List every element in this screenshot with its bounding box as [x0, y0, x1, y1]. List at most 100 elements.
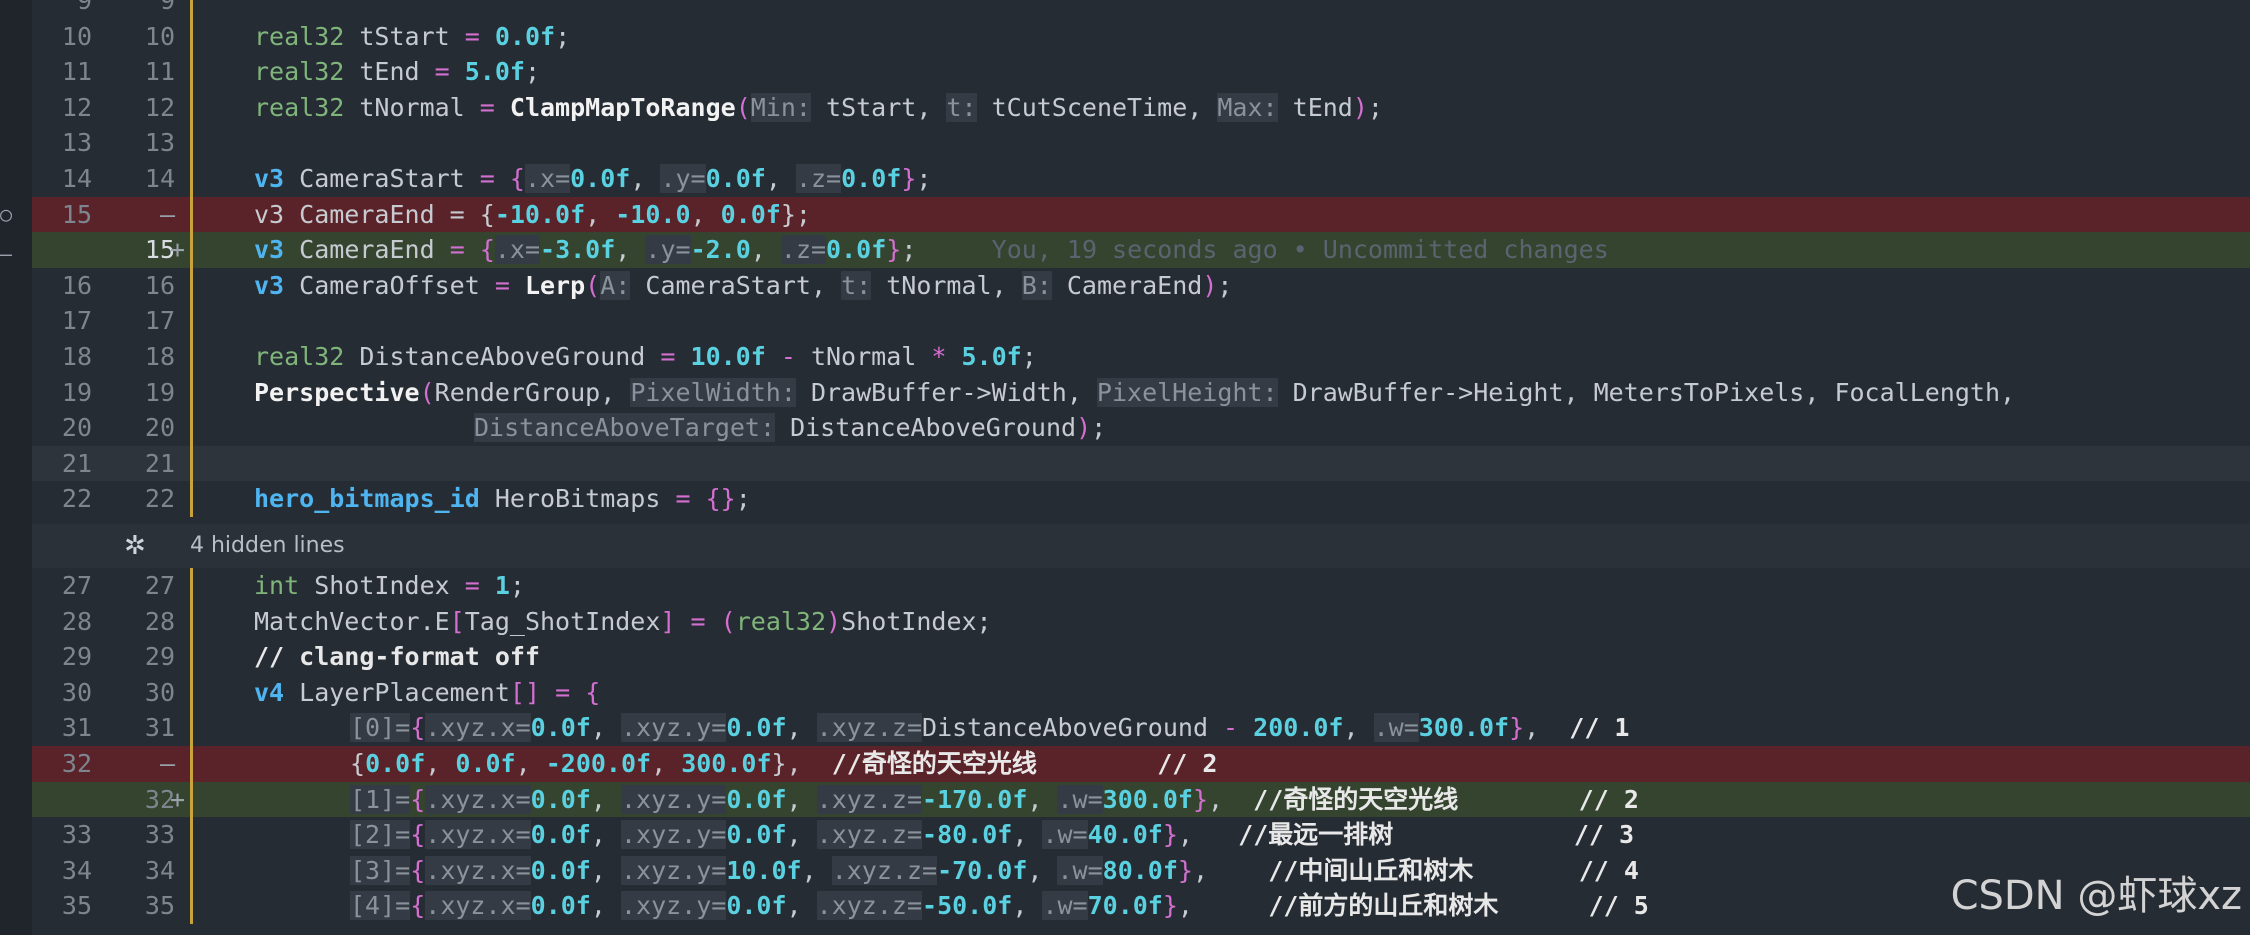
code-token: 0.0f: [726, 891, 787, 921]
code-token: {: [585, 677, 601, 707]
code-token: .xyz.z=: [816, 784, 923, 814]
code-token: //最远一排树 // 3: [1238, 820, 1635, 850]
old-line-number: 20: [61, 413, 92, 443]
code-line[interactable]: 32 — {0.0f, 0.0f, -200.0f, 300.0f}, //奇怪的天…: [32, 746, 2250, 782]
code-line[interactable]: 33 33 [2]={.xyz.x=0.0f, .xyz.y=0.0f, .xyz.…: [32, 817, 2250, 853]
code-line[interactable]: 12 12 real32 tNormal = ClampMapToRange(Min…: [32, 89, 2250, 126]
code-text: MatchVector.E[Tag_ShotIndex] = (real32)S…: [254, 604, 992, 640]
code-line[interactable]: 10 10 real32 tStart = 0.0f;: [32, 18, 2250, 55]
change-bar: [190, 374, 193, 411]
code-token: -70.0f: [937, 855, 1028, 885]
code-token: real32: [254, 92, 345, 122]
code-line[interactable]: 16 16 v3 CameraOffset = Lerp(A: CameraStar…: [32, 267, 2250, 304]
hidden-lines-bar[interactable]: ✲ 4 hidden lines: [32, 524, 2250, 568]
code-token: =: [479, 164, 495, 193]
code-token: ,: [1027, 784, 1058, 814]
code-token: ,: [590, 784, 621, 814]
new-line-number: 33: [144, 820, 175, 850]
old-line-number: 13: [61, 128, 92, 158]
code-line[interactable]: 31 31 [0]={.xyz.x=0.0f, .xyz.y=0.0f, .xyz.…: [32, 710, 2250, 746]
comment-marker-icon[interactable]: ○: [0, 202, 12, 226]
code-token: // 1: [1569, 713, 1630, 743]
code-text: [1]={.xyz.x=0.0f, .xyz.y=0.0f, .xyz.z=-1…: [350, 782, 1639, 818]
code-token: .xyz.z=: [816, 713, 923, 743]
change-bar: [190, 639, 193, 675]
old-line-number: 9: [76, 0, 92, 15]
code-token: ;: [555, 21, 571, 51]
added-line-marker: +: [170, 784, 186, 814]
code-token: =: [675, 484, 691, 514]
code-token: ShotIndex: [299, 571, 465, 600]
code-line[interactable]: 15 — v3 CameraEnd = {-10.0f, -10.0, 0.0f};: [32, 196, 2250, 233]
left-margin-strip: [0, 0, 32, 935]
code-token: int: [254, 571, 300, 600]
code-text: Perspective(RenderGroup, PixelWidth: Dra…: [254, 375, 2015, 411]
code-token: 300.0f: [1418, 713, 1510, 743]
code-token: ;: [1021, 342, 1037, 371]
code-token: {: [410, 891, 426, 921]
code-token: v4: [254, 677, 285, 707]
code-token: 0.0f: [530, 820, 591, 850]
code-token: tNormal: [795, 342, 932, 371]
code-line[interactable]: 22 22 hero_bitmaps_id HeroBitmaps = {};: [32, 481, 2250, 517]
code-token: 0.0f: [841, 164, 902, 193]
code-token: tCutSceneTime,: [976, 92, 1218, 122]
code-token: tStart,: [810, 92, 947, 122]
code-line[interactable]: 27 27 int ShotIndex = 1;: [32, 568, 2250, 604]
added-line-marker: +: [170, 235, 186, 265]
change-bar: [190, 54, 193, 90]
code-token: },: [771, 749, 832, 778]
new-line-number: 11: [144, 57, 175, 87]
code-token: 0.0f: [494, 21, 556, 51]
change-bar: [190, 125, 193, 161]
code-text: real32 tStart = 0.0f;: [254, 19, 570, 55]
code-line[interactable]: 99: [32, 0, 2250, 19]
code-line[interactable]: 34 34 [3]={.xyz.x=0.0f, .xyz.y=10.0f, .xyz…: [32, 852, 2250, 889]
code-line[interactable]: 28 28 MatchVector.E[Tag_ShotIndex] = (real…: [32, 603, 2250, 640]
change-bar: [190, 817, 193, 853]
code-token: Max:: [1217, 92, 1278, 122]
code-token: }: [886, 235, 902, 265]
code-line[interactable]: 11 11 real32 tEnd = 5.0f;: [32, 54, 2250, 90]
diff-collapse-icon[interactable]: –: [0, 242, 12, 266]
code-line[interactable]: 30 30 v4 LayerPlacement[] = {: [32, 674, 2250, 711]
code-token: .w=: [1057, 855, 1103, 885]
code-token: -10.0f: [494, 199, 586, 229]
code-token: [0]=: [350, 713, 411, 743]
code-token: ShotIndex;: [841, 606, 992, 636]
code-text: [0]={.xyz.x=0.0f, .xyz.y=0.0f, .xyz.z=Di…: [350, 710, 1630, 746]
code-line[interactable]: 18 18 real32 DistanceAboveGround = 10.0f -…: [32, 339, 2250, 375]
code-line[interactable]: 20 20 DistanceAboveTarget: DistanceAboveGr…: [32, 410, 2250, 446]
code-token: ,: [630, 164, 661, 193]
change-bar: [190, 303, 193, 339]
code-token: =: [449, 235, 465, 265]
code-line[interactable]: 15 + v3 CameraEnd = {.x=-3.0f, .y=-2.0, .z…: [32, 232, 2250, 268]
code-line[interactable]: 17 17: [32, 303, 2250, 339]
code-token: 0.0f: [530, 855, 591, 885]
code-token: .w=: [1373, 713, 1419, 743]
code-line[interactable]: 21 21: [32, 445, 2250, 482]
code-token: 80.0f: [1102, 855, 1178, 885]
old-line-number: 29: [61, 642, 92, 672]
code-token: 5.0f: [464, 57, 525, 87]
fold-icon[interactable]: ✲: [124, 524, 146, 568]
code-token: .xyz.z=: [816, 891, 923, 921]
code-line[interactable]: 14 14 v3 CameraStart = {.x=0.0f, .y=0.0f, …: [32, 161, 2250, 197]
new-line-number: 27: [144, 571, 175, 600]
code-token: You, 19 seconds ago • Uncommitted change…: [916, 235, 1609, 265]
code-line[interactable]: 35 35 [4]={.xyz.x=0.0f, .xyz.y=0.0f, .xyz.…: [32, 888, 2250, 924]
code-token: {: [410, 784, 426, 814]
code-token: [4]=: [350, 891, 411, 921]
code-line[interactable]: 13 13: [32, 125, 2250, 161]
code-line[interactable]: 19 19 Perspective(RenderGroup, PixelWidth:…: [32, 374, 2250, 411]
code-token: ,: [590, 891, 621, 921]
code-token: .x=: [524, 164, 571, 193]
code-token: ): [1352, 92, 1368, 122]
code-line[interactable]: 32 + [1]={.xyz.x=0.0f, .xyz.y=0.0f, .xyz.z…: [32, 781, 2250, 818]
code-line[interactable]: 29 29 // clang-format off: [32, 639, 2250, 675]
